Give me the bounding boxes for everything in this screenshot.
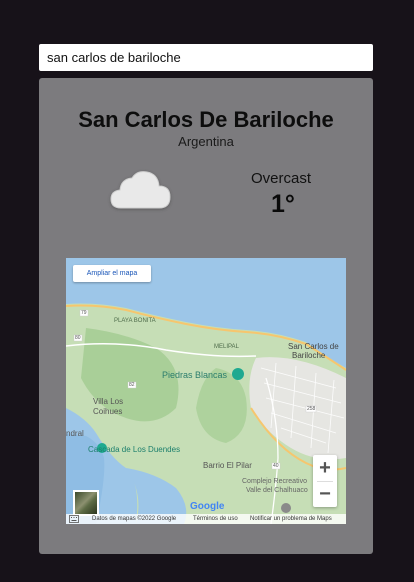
map-label-melipal: MELIPAL <box>214 344 239 350</box>
zoom-controls: + − <box>313 455 337 507</box>
map-label-piedras-blancas: Piedras Blancas <box>162 370 228 380</box>
map-data-attribution: Datos de mapas ©2022 Google <box>92 516 177 522</box>
map-label-complejo-2: Valle del Chalhuaco <box>246 487 308 494</box>
zoom-out-button[interactable]: − <box>313 481 337 507</box>
map-label-san-carlos-2: Bariloche <box>292 351 326 360</box>
map-label-barrio: Barrio El Pilar <box>203 461 252 470</box>
zoom-in-button[interactable]: + <box>313 455 337 481</box>
map-attribution-bar: Datos de mapas ©2022 Google Términos de … <box>66 514 346 524</box>
satellite-layer-toggle[interactable] <box>73 490 99 516</box>
map-label-complejo-1: Complejo Recreativo <box>242 478 307 485</box>
road-badge-80: 80 <box>75 335 81 341</box>
map-label-san-carlos-1: San Carlos de <box>288 342 339 351</box>
search-input[interactable] <box>39 44 373 71</box>
road-badge-79: 79 <box>81 310 87 316</box>
temperature: 1° <box>271 190 295 218</box>
google-logo-text: Google <box>190 501 225 512</box>
map-embed[interactable]: PLAYA BONITA MELIPAL San Carlos de Baril… <box>66 258 346 524</box>
google-logo: Google <box>190 501 224 512</box>
keyboard-icon[interactable] <box>69 514 85 524</box>
map-label-ndral: ndral <box>66 429 84 438</box>
zoom-divider <box>317 481 333 482</box>
road-badge-82: 82 <box>129 382 135 388</box>
weather-condition: Overcast <box>251 170 312 187</box>
map-label-playa-bonita: PLAYA BONITA <box>114 318 156 324</box>
terms-link[interactable]: Términos de uso <box>193 514 238 524</box>
map-label-cascada: Cascada de Los Duendes <box>88 445 181 454</box>
cloud-icon <box>110 171 171 209</box>
map-label-villa-los-2: Coihues <box>93 407 123 416</box>
country-name: Argentina <box>178 134 234 149</box>
road-badge-40: 40 <box>273 463 279 469</box>
report-problem-link[interactable]: Notificar un problema de Maps <box>250 514 332 524</box>
enlarge-map-button[interactable]: Ampliar el mapa <box>73 265 151 282</box>
weather-card: San Carlos De Bariloche Argentina Overca… <box>39 78 373 554</box>
map-label-villa-los-1: Villa Los <box>93 397 124 406</box>
city-name: San Carlos De Bariloche <box>78 107 334 132</box>
road-badge-258: 258 <box>307 406 316 412</box>
